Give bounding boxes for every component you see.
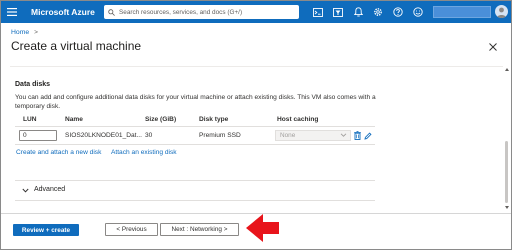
delete-disk-icon[interactable] bbox=[353, 130, 362, 141]
attach-existing-disk-link[interactable]: Attach an existing disk bbox=[111, 149, 177, 156]
host-caching-value: None bbox=[280, 132, 296, 139]
chevron-down-icon[interactable] bbox=[21, 186, 29, 194]
cloud-shell-icon[interactable] bbox=[308, 4, 328, 20]
search-input[interactable] bbox=[119, 8, 299, 16]
create-and-attach-disk-link[interactable]: Create and attach a new disk bbox=[16, 149, 101, 156]
disk-type-cell: Premium SSD bbox=[199, 132, 241, 139]
settings-icon[interactable] bbox=[368, 4, 388, 20]
chevron-down-icon bbox=[340, 132, 347, 141]
column-header-host-caching: Host caching bbox=[277, 116, 319, 123]
disk-size-cell: 30 bbox=[145, 132, 153, 139]
column-header-size: Size (GiB) bbox=[145, 116, 177, 123]
disk-name-cell: SIOS20LKNODE01_Dat... bbox=[65, 132, 142, 139]
avatar[interactable] bbox=[495, 5, 508, 18]
scrollbar-thumb[interactable] bbox=[505, 141, 508, 203]
notifications-icon[interactable] bbox=[348, 4, 368, 20]
previous-button[interactable]: < Previous bbox=[105, 223, 158, 236]
close-icon[interactable] bbox=[487, 41, 499, 53]
breadcrumb-separator: > bbox=[34, 29, 38, 36]
feedback-icon[interactable] bbox=[408, 4, 428, 20]
directory-filter-icon[interactable] bbox=[328, 4, 348, 20]
table-row-divider bbox=[15, 144, 375, 145]
global-search[interactable] bbox=[104, 5, 299, 19]
search-icon bbox=[108, 8, 115, 16]
edit-disk-icon[interactable] bbox=[363, 130, 372, 141]
breadcrumb: Home > bbox=[11, 29, 38, 36]
account-info[interactable] bbox=[433, 6, 491, 18]
advanced-divider-top bbox=[15, 180, 375, 181]
data-disks-heading: Data disks bbox=[15, 81, 51, 88]
breadcrumb-home-link[interactable]: Home bbox=[11, 29, 29, 36]
azure-portal-window: Microsoft Azure Search resources, servic… bbox=[0, 0, 512, 250]
column-header-disk-type: Disk type bbox=[199, 116, 229, 123]
table-header-divider bbox=[15, 126, 375, 127]
scroll-down-arrow-icon[interactable] bbox=[505, 206, 509, 209]
data-disks-description: You can add and configure additional dat… bbox=[15, 94, 376, 110]
page-title: Create a virtual machine bbox=[11, 39, 142, 53]
lun-input[interactable]: 0 bbox=[19, 130, 57, 141]
hamburger-menu-icon[interactable] bbox=[1, 1, 23, 23]
red-arrow-annotation-icon bbox=[246, 214, 279, 242]
brand-name[interactable]: Microsoft Azure bbox=[31, 7, 95, 17]
host-caching-select[interactable]: None bbox=[275, 130, 351, 141]
help-icon[interactable] bbox=[388, 4, 408, 20]
scroll-up-arrow-icon[interactable] bbox=[505, 68, 509, 71]
advanced-divider-bottom bbox=[15, 200, 375, 201]
next-networking-button[interactable]: Next : Networking > bbox=[160, 223, 239, 236]
column-header-lun: LUN bbox=[23, 116, 37, 123]
top-navigation-bar: Microsoft Azure bbox=[1, 1, 511, 23]
column-header-name: Name bbox=[65, 116, 83, 123]
review-create-button[interactable]: Review + create bbox=[13, 224, 79, 236]
advanced-section-toggle[interactable]: Advanced bbox=[34, 186, 65, 193]
